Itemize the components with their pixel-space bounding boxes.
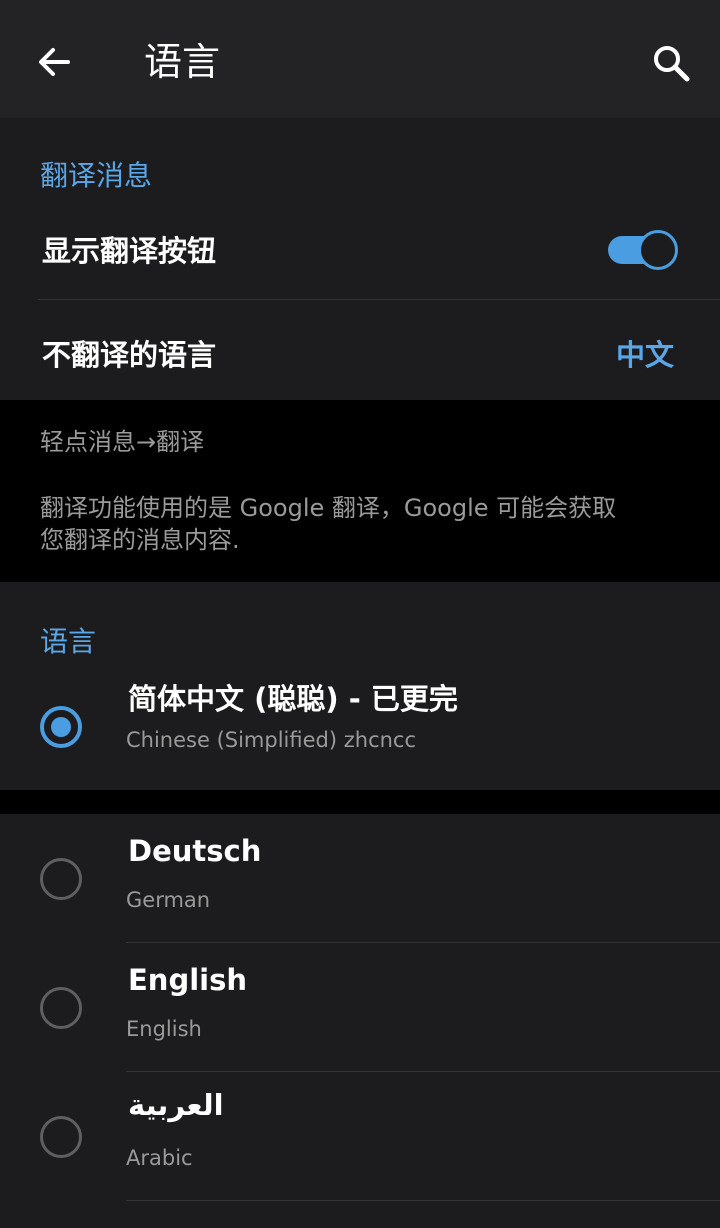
section-header-language: 语言: [40, 625, 97, 658]
language-name: Deutsch: [128, 834, 262, 868]
language-item[interactable]: العربية Arabic: [0, 1072, 720, 1200]
translate-info: 轻点消息→翻译 翻译功能使用的是 Google 翻译，Google 可能会获取 …: [0, 400, 720, 582]
toggle-knob: [638, 230, 678, 270]
language-current-card: 语言 简体中文 (聪聪) - 已更完 Chinese (Simplified) …: [0, 582, 720, 790]
language-item[interactable]: Deutsch German: [0, 814, 720, 942]
info-line-3: 您翻译的消息内容.: [40, 526, 240, 554]
language-name: 简体中文 (聪聪) - 已更完: [128, 682, 458, 716]
language-subtitle: Arabic: [126, 1146, 193, 1170]
translate-settings-card: 翻译消息 显示翻译按钮 不翻译的语言 中文: [0, 118, 720, 400]
app-bar: 语言: [0, 0, 720, 118]
language-subtitle: English: [126, 1017, 202, 1041]
info-line-2: 翻译功能使用的是 Google 翻译，Google 可能会获取: [40, 494, 617, 522]
language-list: Deutsch German English English العربية A…: [0, 814, 720, 1228]
show-translate-button-row[interactable]: 显示翻译按钮: [0, 214, 720, 298]
language-item[interactable]: English English: [0, 943, 720, 1071]
language-subtitle: Chinese (Simplified) zhcncc: [126, 728, 417, 752]
radio-unselected[interactable]: [40, 858, 82, 900]
radio-unselected[interactable]: [40, 1116, 82, 1158]
radio-unselected[interactable]: [40, 987, 82, 1029]
info-line-1: 轻点消息→翻译: [40, 428, 205, 456]
radio-selected[interactable]: [40, 706, 82, 748]
radio-dot: [51, 717, 71, 737]
do-not-translate-label: 不翻译的语言: [42, 338, 217, 372]
show-translate-button-label: 显示翻译按钮: [42, 234, 217, 268]
language-name: English: [128, 963, 248, 997]
language-subtitle: German: [126, 888, 211, 912]
divider: [126, 1200, 720, 1201]
section-header-translate: 翻译消息: [40, 159, 153, 192]
section-gap: [0, 790, 720, 814]
page-title: 语言: [144, 40, 221, 84]
language-name: العربية: [128, 1088, 224, 1122]
search-icon[interactable]: [650, 42, 692, 84]
do-not-translate-row[interactable]: 不翻译的语言 中文: [0, 300, 720, 400]
language-item-current[interactable]: 简体中文 (聪聪) - 已更完 Chinese (Simplified) zhc…: [0, 672, 720, 790]
do-not-translate-value: 中文: [615, 338, 674, 372]
arrow-back-icon[interactable]: [34, 42, 74, 82]
show-translate-button-toggle[interactable]: [608, 230, 678, 270]
